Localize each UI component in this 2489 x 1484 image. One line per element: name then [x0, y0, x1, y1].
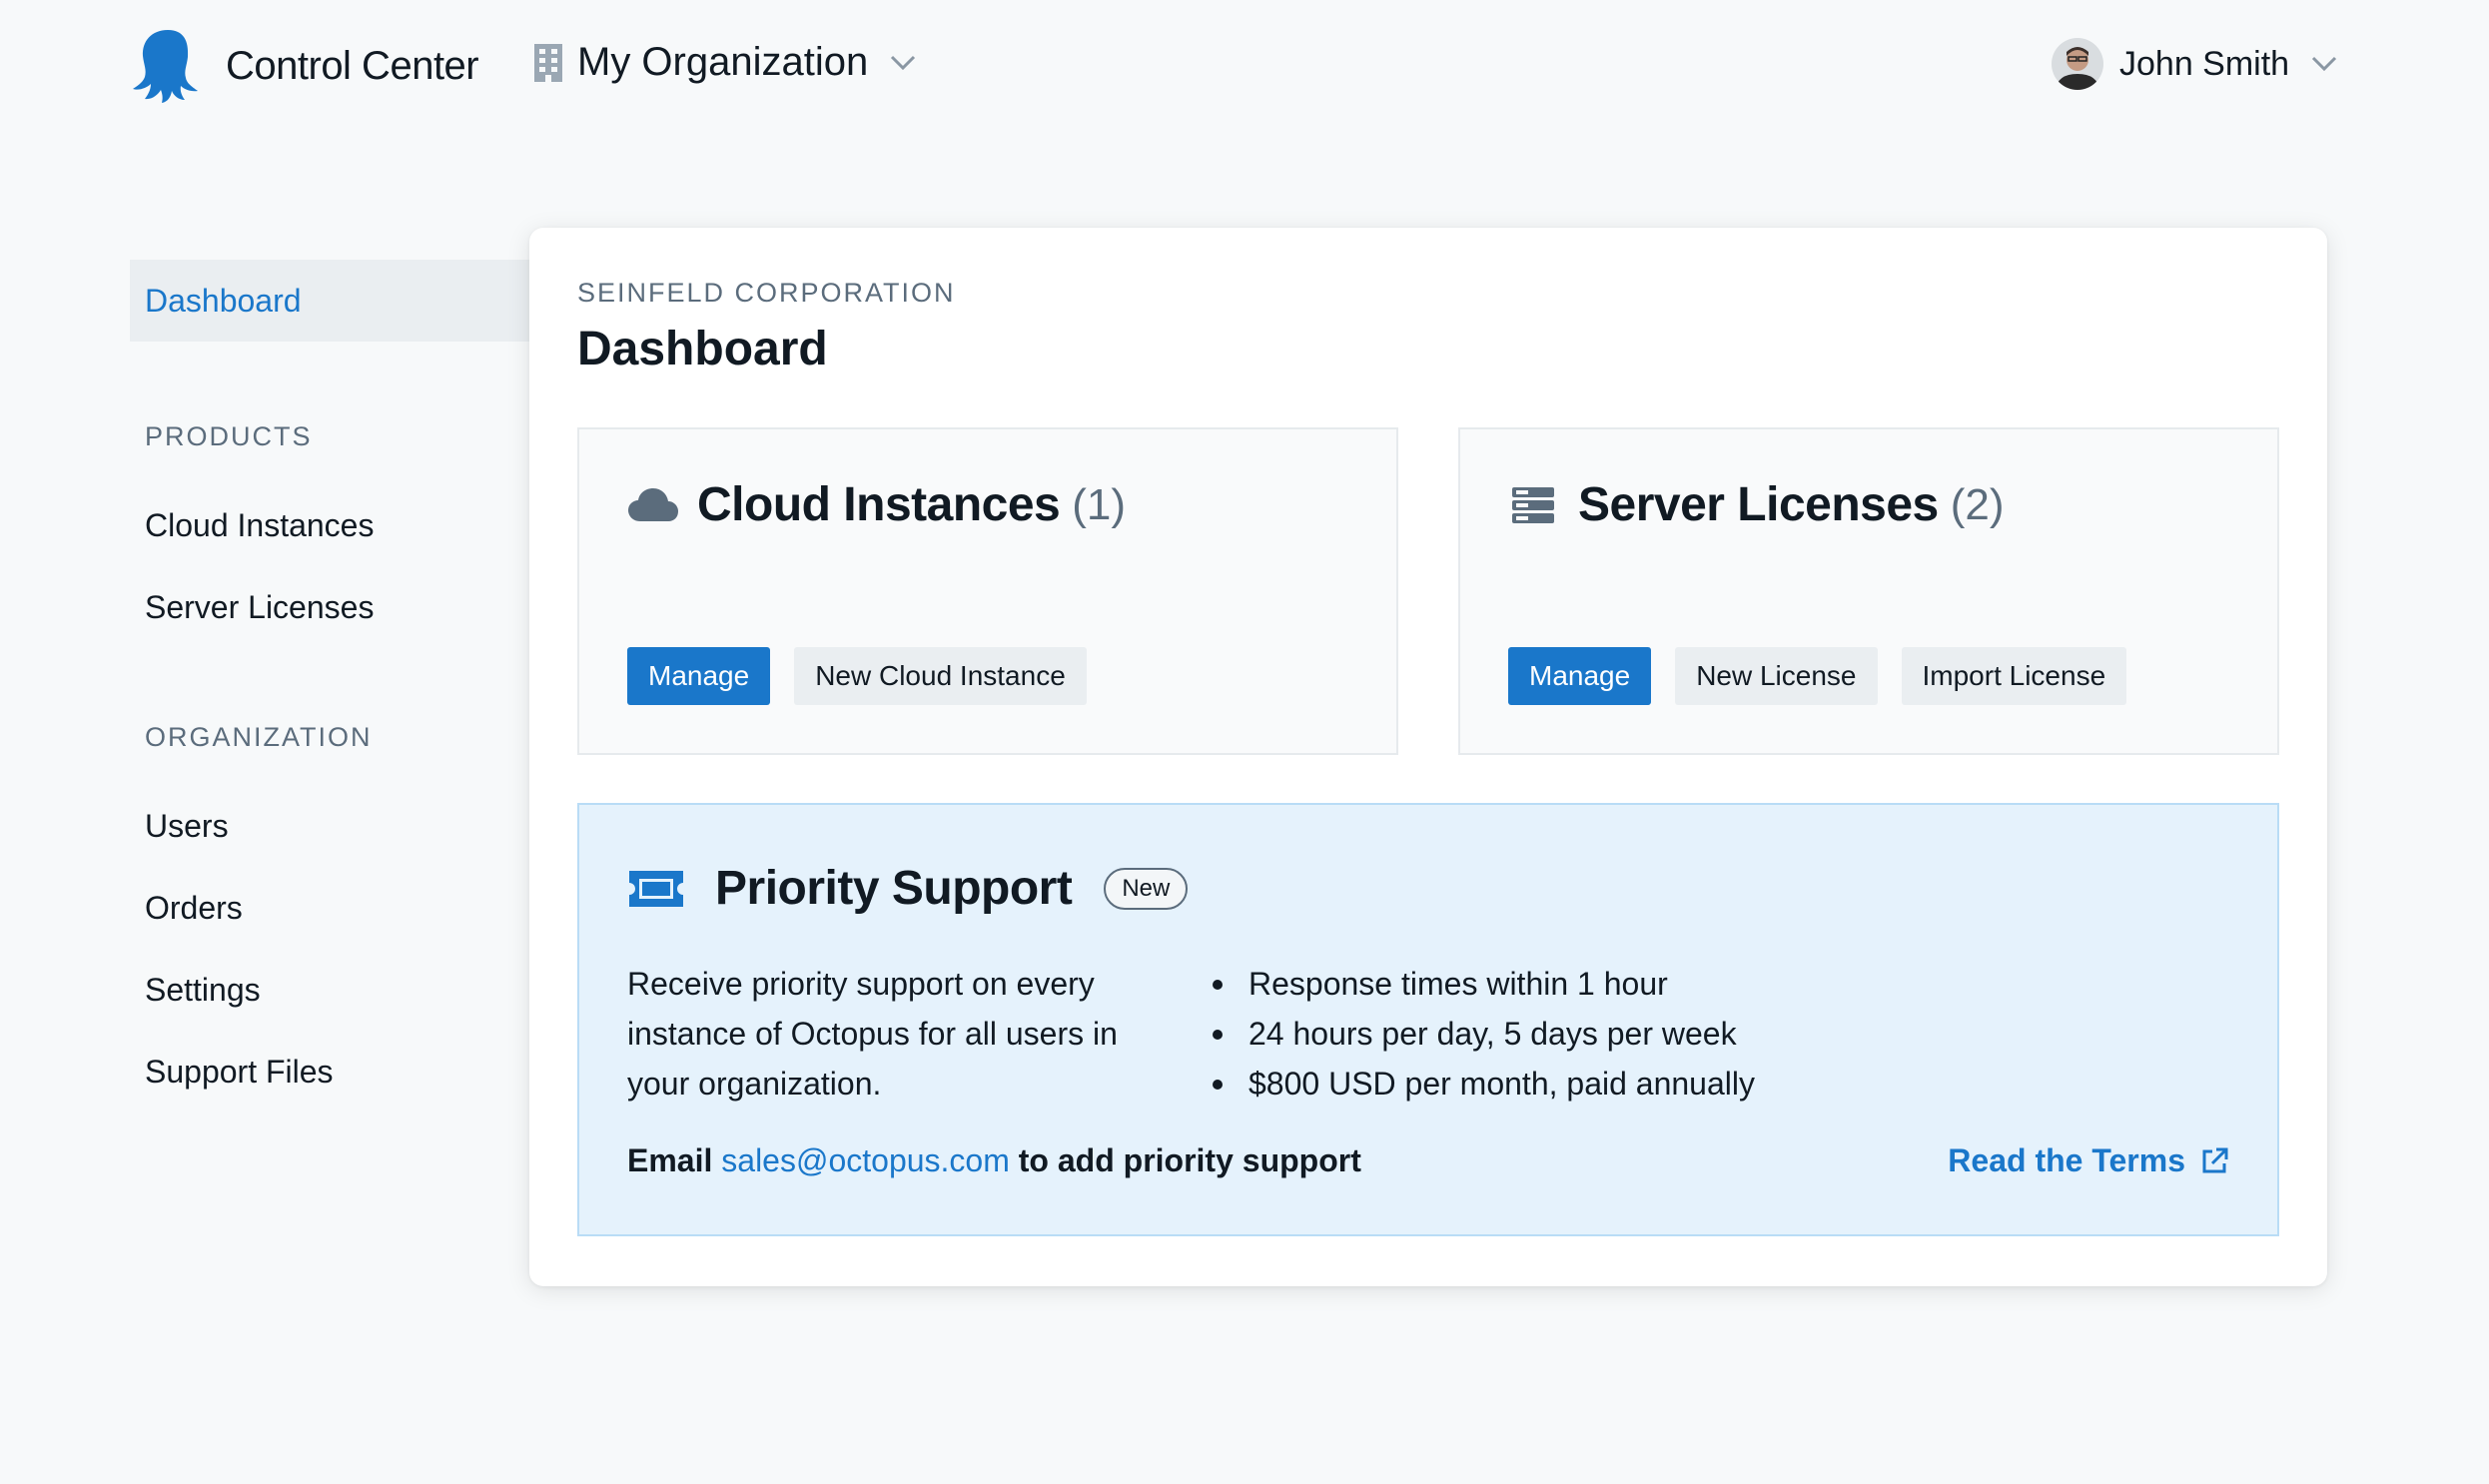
brand-name: Control Center	[226, 43, 479, 88]
sidebar-heading-organization: ORGANIZATION	[145, 722, 373, 752]
list-item: 24 hours per day, 5 days per week	[1213, 1009, 1755, 1059]
manage-cloud-instances-button[interactable]: Manage	[627, 647, 771, 705]
server-licenses-actions: Manage New License Import License	[1508, 647, 2150, 705]
top-header: Control Center My Organization John Smit…	[0, 0, 2489, 134]
cloud-instances-panel: Cloud Instances (1) Manage New Cloud Ins…	[577, 427, 1398, 755]
sidebar-item-orders[interactable]: Orders	[130, 867, 529, 949]
avatar	[2052, 38, 2103, 90]
server-licenses-count: (2)	[1950, 479, 2005, 529]
server-licenses-header: Server Licenses (2)	[1508, 477, 2005, 532]
sidebar-item-settings[interactable]: Settings	[130, 949, 529, 1031]
manage-server-licenses-button[interactable]: Manage	[1508, 647, 1652, 705]
dashboard-card: SEINFELD CORPORATION Dashboard Cloud Ins…	[529, 228, 2327, 1286]
sidebar: Dashboard PRODUCTS Cloud Instances Serve…	[130, 260, 529, 1113]
sidebar-item-users[interactable]: Users	[130, 785, 529, 867]
priority-support-description: Receive priority support on every instan…	[627, 966, 1118, 1102]
sidebar-item-dashboard[interactable]: Dashboard	[130, 260, 529, 342]
organization-name: My Organization	[577, 40, 869, 84]
server-licenses-title: Server Licenses	[1578, 478, 1939, 531]
server-licenses-panel: Server Licenses (2) Manage New License I…	[1458, 427, 2279, 755]
sidebar-item-cloud-instances[interactable]: Cloud Instances	[130, 484, 529, 566]
read-terms-label: Read the Terms	[1948, 1142, 2185, 1178]
chevron-down-icon	[891, 55, 916, 70]
email-suffix: to add priority support	[1018, 1142, 1361, 1178]
sales-email-link[interactable]: sales@octopus.com	[721, 1142, 1010, 1178]
sidebar-item-support-files[interactable]: Support Files	[130, 1031, 529, 1113]
list-item: $800 USD per month, paid annually	[1213, 1059, 1755, 1109]
cloud-instances-count: (1)	[1072, 479, 1127, 529]
cloud-instances-header: Cloud Instances (1)	[627, 477, 1126, 532]
organization-switcher[interactable]: My Organization	[533, 40, 916, 85]
user-avatar-icon	[2052, 38, 2103, 90]
sidebar-item-server-licenses[interactable]: Server Licenses	[130, 566, 529, 648]
chevron-down-icon	[2312, 56, 2337, 72]
list-item: Response times within 1 hour	[1213, 959, 1755, 1009]
octopus-logo-icon	[133, 30, 198, 103]
organization-eyebrow: SEINFELD CORPORATION	[577, 278, 956, 308]
server-icon	[1512, 486, 1554, 523]
user-name: John Smith	[2119, 44, 2290, 83]
priority-support-panel: Priority Support New Receive priority su…	[577, 803, 2279, 1236]
priority-support-header: Priority Support New	[627, 861, 1189, 916]
email-prefix: Email	[627, 1142, 713, 1178]
cloud-icon	[628, 487, 678, 521]
cloud-instances-actions: Manage New Cloud Instance	[627, 647, 1111, 705]
user-menu[interactable]: John Smith	[2052, 38, 2337, 90]
new-cloud-instance-button[interactable]: New Cloud Instance	[794, 647, 1087, 705]
page-title: Dashboard	[577, 323, 828, 375]
read-terms-link[interactable]: Read the Terms	[1948, 1142, 2229, 1179]
building-icon	[534, 43, 562, 82]
priority-support-features: Response times within 1 hour 24 hours pe…	[1213, 959, 1755, 1109]
cloud-instances-title: Cloud Instances	[697, 478, 1061, 531]
brand[interactable]: Control Center	[130, 26, 479, 106]
sidebar-heading-products: PRODUCTS	[145, 421, 313, 451]
external-link-icon	[2202, 1147, 2228, 1172]
new-license-button[interactable]: New License	[1675, 647, 1878, 705]
ticket-icon	[629, 870, 683, 907]
support-email-line: Email sales@octopus.com to add priority …	[627, 1142, 1361, 1179]
priority-support-title: Priority Support	[715, 862, 1073, 915]
import-license-button[interactable]: Import License	[1901, 647, 2127, 705]
new-badge: New	[1104, 867, 1189, 910]
